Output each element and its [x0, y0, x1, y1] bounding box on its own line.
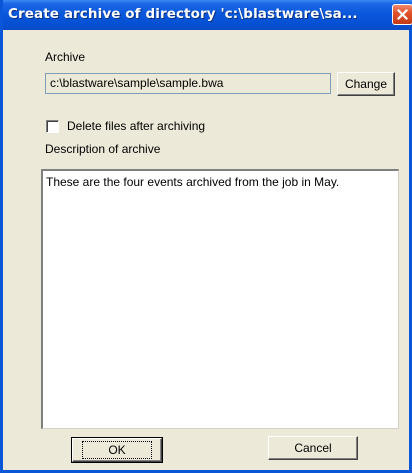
description-textarea[interactable]: These are the four events archived from … — [41, 169, 399, 429]
window-title: Create archive of directory 'c:\blastwar… — [8, 6, 358, 22]
ok-button-label: OK — [82, 441, 152, 459]
title-bar[interactable]: Create archive of directory 'c:\blastwar… — [3, 0, 412, 30]
description-label: Description of archive — [45, 142, 161, 156]
archive-dialog: Create archive of directory 'c:\blastwar… — [0, 0, 412, 473]
archive-path-field: c:\blastware\sample\sample.bwa — [45, 73, 331, 94]
close-icon — [397, 9, 408, 20]
delete-files-checkbox[interactable] — [46, 120, 59, 133]
ok-button[interactable]: OK — [71, 437, 163, 463]
change-button[interactable]: Change — [337, 72, 395, 96]
close-button[interactable] — [392, 4, 412, 25]
archive-label: Archive — [45, 50, 86, 64]
delete-files-label[interactable]: Delete files after archiving — [67, 119, 205, 133]
cancel-button[interactable]: Cancel — [268, 436, 358, 460]
